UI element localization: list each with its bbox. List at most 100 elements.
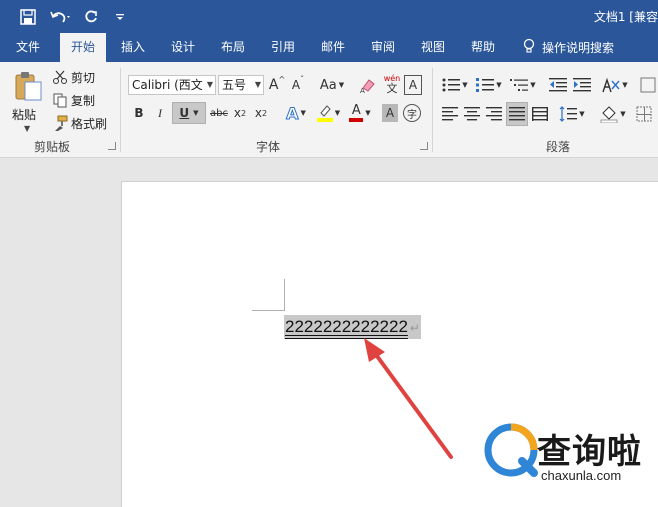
character-shading-button[interactable]: A xyxy=(382,104,398,122)
distributed-icon[interactable] xyxy=(530,104,550,124)
chevron-down-icon[interactable]: ▼ xyxy=(24,124,30,133)
svg-text:A: A xyxy=(360,87,365,94)
align-center-icon[interactable] xyxy=(462,104,482,124)
customize-icon[interactable] xyxy=(113,6,127,28)
strikethrough-label: abc xyxy=(210,107,228,119)
font-name-value: Calibri (西文 xyxy=(132,78,203,92)
tell-me-box[interactable]: 操作说明搜索 xyxy=(522,33,658,62)
tab-view[interactable]: 视图 xyxy=(412,33,454,62)
grow-font-icon[interactable]: A ^ xyxy=(268,75,286,95)
paste-button[interactable]: 粘贴 ▼ xyxy=(10,68,46,134)
bullets-button[interactable]: ▼ xyxy=(440,75,470,95)
chevron-down-icon: ▼ xyxy=(579,110,585,118)
numbering-icon xyxy=(476,78,495,92)
character-border-button[interactable]: A xyxy=(404,75,422,95)
chevron-down-icon: ▼ xyxy=(338,81,345,89)
tab-layout[interactable]: 布局 xyxy=(212,33,254,62)
clipboard-launcher-icon[interactable] xyxy=(108,142,116,150)
multilevel-list-button[interactable]: ▼ xyxy=(508,75,538,95)
chevron-down-icon: ▼ xyxy=(622,81,628,89)
character-border-label: A xyxy=(408,78,418,92)
copy-label: 复制 xyxy=(71,93,96,108)
change-case-button[interactable]: Aa ▼ xyxy=(316,75,348,95)
chevron-down-icon: ▼ xyxy=(530,81,536,89)
font-name-combo[interactable]: Calibri (西文 ▼ xyxy=(128,75,216,95)
paint-bucket-icon xyxy=(600,106,618,123)
highlighter-icon xyxy=(316,105,333,122)
borders-icon[interactable] xyxy=(634,104,654,124)
strikethrough-button[interactable]: abc xyxy=(208,102,230,124)
clipboard-icon xyxy=(15,72,42,101)
multilevel-list-icon xyxy=(510,79,529,91)
subscript-label: x xyxy=(233,106,241,120)
phonetic-glyph-icon: 文 xyxy=(386,81,398,95)
italic-label: I xyxy=(158,105,162,120)
superscript-button[interactable]: x2 xyxy=(252,102,270,124)
tab-mailings[interactable]: 邮件 xyxy=(312,33,354,62)
tab-references[interactable]: 引用 xyxy=(262,33,304,62)
chevron-down-icon: ▼ xyxy=(334,109,341,117)
group-separator xyxy=(120,68,121,152)
tab-insert[interactable]: 插入 xyxy=(112,33,154,62)
ribbon-home: 粘贴 ▼ 剪切 复制 格式刷 剪贴板 Calibri (西文 ▼ 五号 ▼ A ^ A… xyxy=(0,62,658,158)
line-spacing-icon xyxy=(559,106,578,122)
bold-button[interactable]: B xyxy=(130,102,148,124)
superscript-mark: 2 xyxy=(262,108,268,118)
tab-home[interactable]: 开始 xyxy=(60,33,106,62)
redo-icon[interactable] xyxy=(82,6,100,28)
chinese-layout-icon xyxy=(602,77,620,93)
phonetic-guide-button[interactable]: wén 文 xyxy=(381,72,403,96)
align-right-icon[interactable] xyxy=(484,104,504,124)
subscript-button[interactable]: x2 xyxy=(231,102,249,124)
cut-label: 剪切 xyxy=(71,70,96,85)
selected-text[interactable]: 2222222222222 ↵ xyxy=(284,315,421,339)
tab-design[interactable]: 设计 xyxy=(162,33,204,62)
tab-review[interactable]: 审阅 xyxy=(362,33,404,62)
document-text: 2222222222222 xyxy=(285,317,408,336)
cut-button[interactable]: 剪切 xyxy=(52,68,95,86)
chevron-down-icon: ▼ xyxy=(254,80,261,89)
paragraph-shading-button[interactable]: ▼ xyxy=(598,104,628,124)
format-painter-button[interactable]: 格式刷 xyxy=(52,114,107,132)
margin-corner-mark xyxy=(252,310,284,311)
increase-indent-icon[interactable] xyxy=(572,75,592,95)
save-icon[interactable] xyxy=(19,6,37,28)
font-launcher-icon[interactable] xyxy=(420,142,428,150)
bullets-icon xyxy=(442,78,461,92)
justify-icon[interactable] xyxy=(506,102,528,126)
change-case-label: Aa xyxy=(319,77,337,93)
watermark-domain: chaxunla.com xyxy=(541,468,622,483)
tab-help[interactable]: 帮助 xyxy=(462,33,504,62)
chevron-down-icon: ▼ xyxy=(193,109,199,117)
align-left-icon[interactable] xyxy=(440,104,460,124)
group-separator xyxy=(432,68,433,152)
font-size-combo[interactable]: 五号 ▼ xyxy=(218,75,264,95)
enclose-characters-button[interactable]: 字 xyxy=(403,104,421,122)
lightbulb-icon xyxy=(522,38,536,58)
numbering-button[interactable]: ▼ xyxy=(474,75,504,95)
undo-icon[interactable] xyxy=(48,6,74,28)
line-spacing-button[interactable]: ▼ xyxy=(556,104,588,124)
paragraph-group-label: 段落 xyxy=(546,140,571,154)
tab-file[interactable]: 文件 xyxy=(6,33,50,62)
title-bar: 文档1 [兼容 xyxy=(0,0,658,33)
chinese-layout-button[interactable]: ▼ xyxy=(600,75,630,95)
underline-button[interactable]: U ▼ xyxy=(172,102,206,124)
watermark-name: 查询啦 xyxy=(537,432,642,472)
copy-button[interactable]: 复制 xyxy=(52,91,95,109)
decrease-indent-icon[interactable] xyxy=(548,75,568,95)
shrink-font-icon[interactable]: Aˇ xyxy=(290,75,306,95)
font-color-swatch xyxy=(349,118,364,122)
chevron-down-icon: ▼ xyxy=(206,80,213,89)
italic-button[interactable]: I xyxy=(151,102,169,124)
font-color-button[interactable]: A ▼ xyxy=(346,102,374,124)
highlight-color-button[interactable]: ▼ xyxy=(313,102,343,124)
scissors-icon xyxy=(53,70,67,84)
sort-icon[interactable] xyxy=(638,75,658,95)
tell-me-label: 操作说明搜索 xyxy=(542,41,615,55)
text-effects-button[interactable]: A ▼ xyxy=(282,102,310,124)
document-title: 文档1 [兼容 xyxy=(593,10,658,24)
clear-formatting-icon[interactable]: A xyxy=(358,75,378,95)
character-shading-label: A xyxy=(385,106,395,120)
font-color-label: A xyxy=(351,103,361,118)
